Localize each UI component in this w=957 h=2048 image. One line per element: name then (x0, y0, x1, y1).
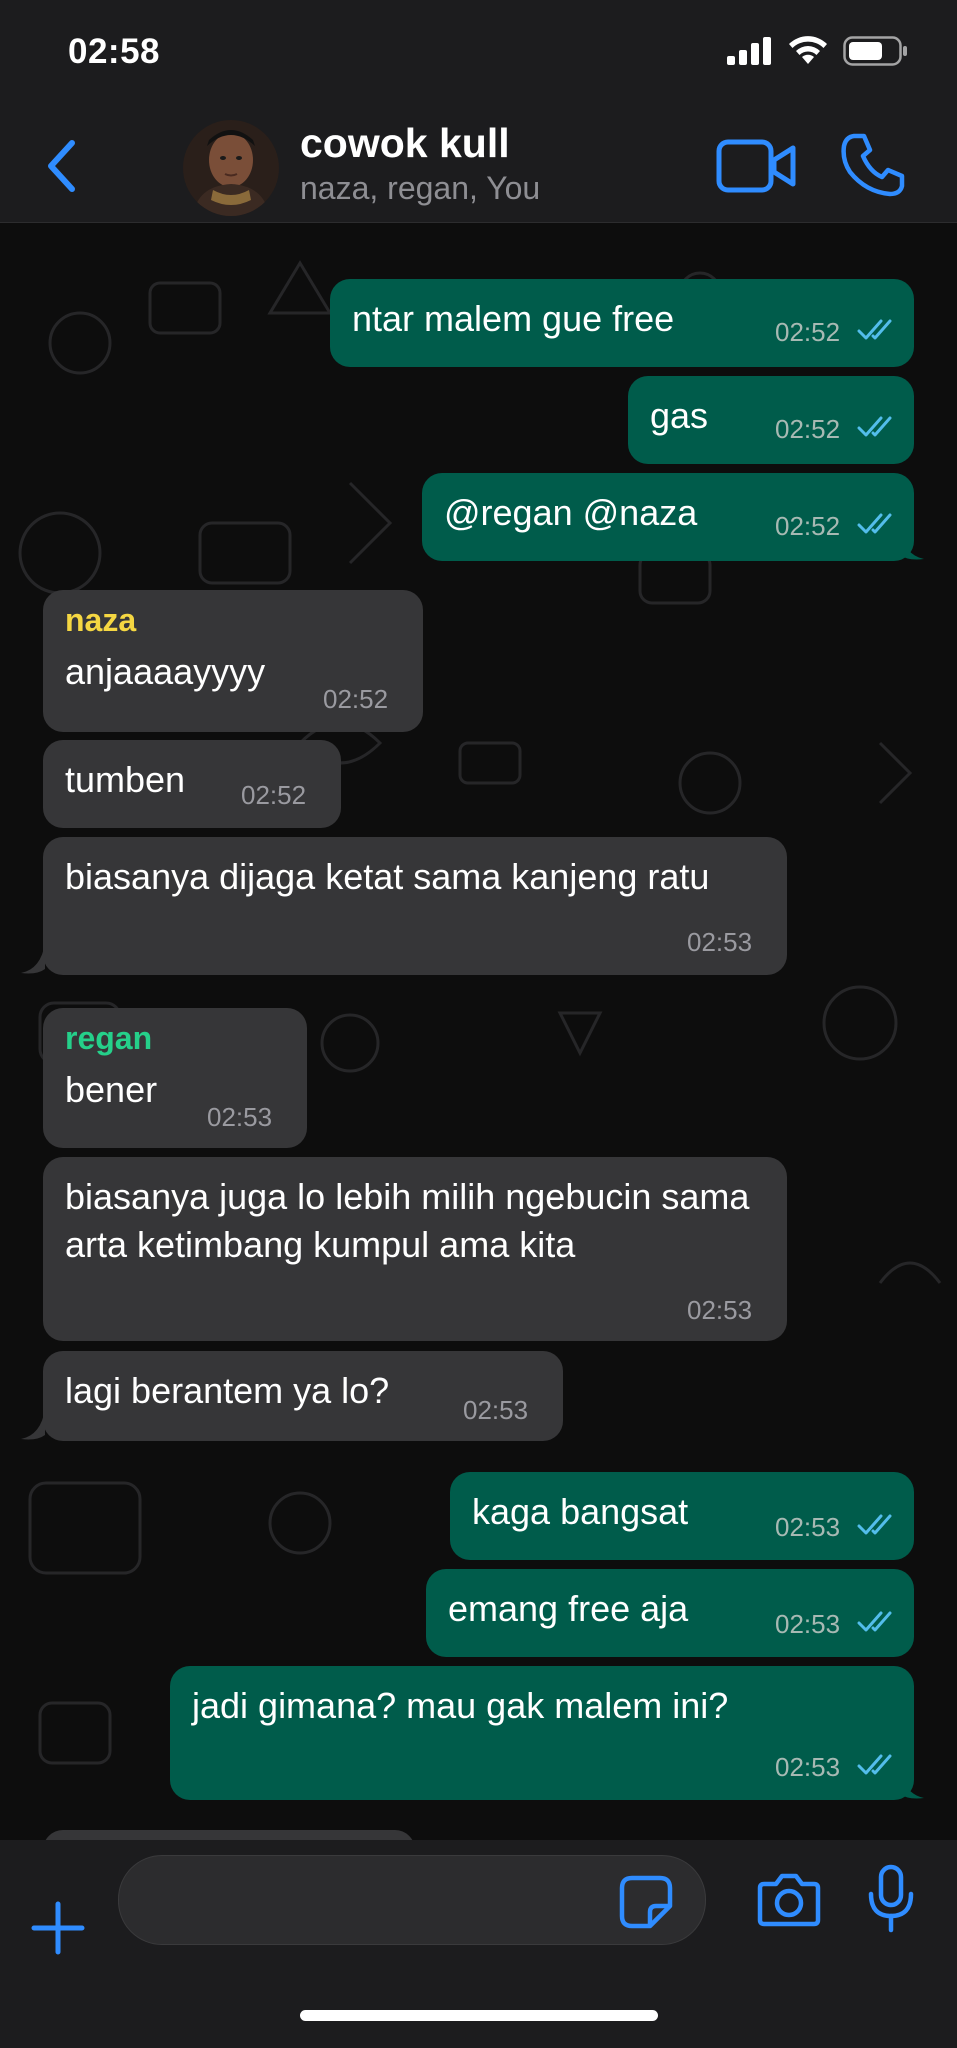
message-text: ntar malem gue free (352, 298, 675, 339)
home-indicator[interactable] (300, 2010, 658, 2021)
composer-bar (0, 1840, 957, 2048)
read-ticks-icon (857, 513, 892, 534)
sender-name[interactable]: naza (65, 602, 136, 639)
status-bar: 02:58 (0, 0, 957, 110)
message-time: 02:53 (775, 1752, 841, 1782)
back-button[interactable] (36, 134, 86, 198)
message-list[interactable]: ntar malem gue free 02:52 gas 02:52 @reg… (0, 223, 957, 1840)
video-camera-icon (716, 139, 796, 193)
microphone-icon (868, 1864, 914, 1933)
message-text: @regan @naza (444, 492, 698, 533)
plus-icon (31, 1901, 85, 1955)
message-time: 02:52 (775, 414, 841, 444)
message-time: 02:52 (241, 780, 307, 810)
camera-button[interactable] (756, 1868, 822, 1932)
message-text: anjaaaayyyy (65, 651, 266, 692)
message-text: jadi gimana? mau gak malem ini? (192, 1685, 729, 1726)
read-ticks-icon (857, 1754, 892, 1775)
chevron-left-icon (48, 140, 75, 192)
bubble-tail (21, 943, 45, 974)
signal-icon (727, 37, 771, 65)
sticker-icon (619, 1875, 673, 1929)
message-outgoing[interactable]: ntar malem gue free 02:52 (330, 279, 914, 367)
attach-button[interactable] (30, 1900, 86, 1956)
message-text: biasanya juga lo lebih milih ngebucin sa… (65, 1176, 760, 1265)
message-text: kaga bangsat (472, 1491, 689, 1532)
message-outgoing[interactable]: emang free aja 02:53 (426, 1569, 914, 1657)
chat-title[interactable]: cowok kull (300, 120, 510, 167)
bubble-tail (900, 1768, 924, 1799)
message-text: tumben (65, 759, 186, 800)
message-incoming[interactable]: naza anjaaaayyyy 02:52 (43, 590, 423, 732)
message-text: biasanya dijaga ketat sama kanjeng ratu (65, 856, 710, 897)
read-ticks-icon (857, 1611, 892, 1632)
message-outgoing[interactable]: gas 02:52 (628, 376, 914, 464)
message-time: 02:53 (207, 1102, 273, 1132)
phone-icon (841, 133, 905, 197)
message-time: 02:53 (687, 1295, 753, 1325)
message-incoming[interactable]: lagi berantem ya lo? 02:53 (21, 1351, 563, 1441)
message-outgoing[interactable]: jadi gimana? mau gak malem ini? 02:53 (170, 1666, 924, 1800)
message-incoming[interactable]: regan bener 02:53 (43, 1008, 307, 1148)
message-incoming[interactable]: biasanya dijaga ketat sama kanjeng ratu … (21, 837, 787, 975)
read-ticks-icon (857, 319, 892, 340)
sticker-button[interactable] (618, 1874, 674, 1930)
voice-call-button[interactable] (840, 132, 906, 198)
status-icons (727, 36, 909, 66)
message-text: emang free aja (448, 1588, 689, 1629)
bubble-tail (900, 529, 924, 560)
message-incoming[interactable]: biasanya juga lo lebih milih ngebucin sa… (43, 1157, 787, 1341)
bubble-tail (21, 1409, 45, 1440)
message-time: 02:53 (775, 1609, 841, 1639)
read-ticks-icon (857, 416, 892, 437)
message-time: 02:52 (323, 684, 389, 714)
video-call-button[interactable] (716, 136, 798, 196)
message-time: 02:53 (687, 927, 753, 957)
battery-icon (843, 36, 907, 66)
message-text: bener (65, 1069, 158, 1110)
message-time: 02:52 (775, 317, 841, 347)
message-time: 02:52 (775, 511, 841, 541)
sender-name[interactable]: regan (65, 1020, 152, 1057)
message-time: 02:53 (463, 1395, 529, 1425)
avatar-image (183, 120, 279, 216)
read-ticks-icon (857, 1514, 892, 1535)
message-time: 02:53 (775, 1512, 841, 1542)
camera-icon (757, 1873, 821, 1927)
message-text: gas (650, 395, 709, 436)
group-avatar[interactable] (183, 120, 279, 216)
status-time: 02:58 (68, 32, 161, 71)
wifi-icon (789, 36, 827, 64)
message-outgoing[interactable]: kaga bangsat 02:53 (450, 1472, 914, 1560)
message-outgoing[interactable]: @regan @naza 02:52 (422, 473, 924, 561)
message-incoming[interactable]: tumben 02:52 (43, 740, 341, 828)
message-text: lagi berantem ya lo? (65, 1370, 390, 1411)
message-incoming-partial[interactable] (43, 1830, 415, 1840)
chat-participants[interactable]: naza, regan, You (300, 170, 540, 207)
microphone-button[interactable] (866, 1864, 916, 1934)
chat-header: cowok kull naza, regan, You (0, 110, 957, 223)
